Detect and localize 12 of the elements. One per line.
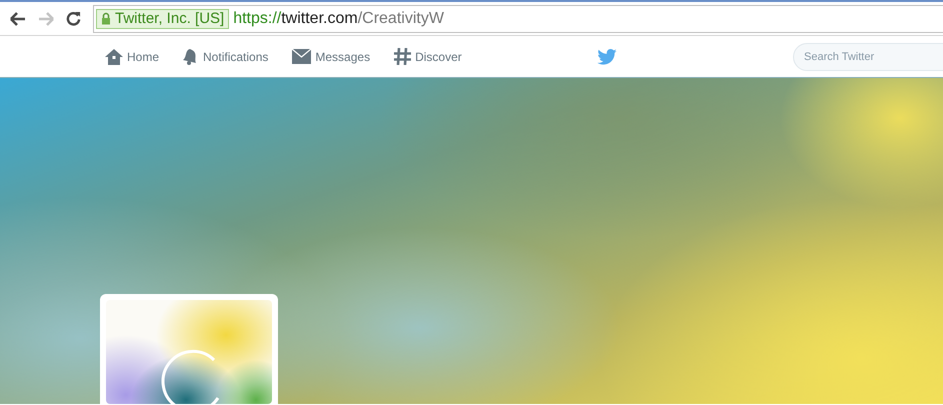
lock-icon — [101, 12, 111, 25]
security-badge[interactable]: Twitter, Inc. [US] — [96, 8, 230, 28]
nav-link[interactable]: Messages — [292, 48, 370, 65]
nav-link[interactable]: Discover — [394, 48, 462, 65]
nav-link[interactable]: Notifications — [183, 48, 268, 65]
security-label: Twitter, Inc. [US] — [115, 10, 224, 27]
address-field[interactable]: https://twitter.com/CreativityW — [233, 10, 444, 28]
search-field[interactable]: Search Twitter — [793, 42, 943, 70]
hashtag-icon — [394, 48, 412, 65]
envelope-icon — [292, 49, 312, 64]
home-icon — [105, 48, 123, 64]
nav-link[interactable]: Home — [105, 48, 160, 65]
